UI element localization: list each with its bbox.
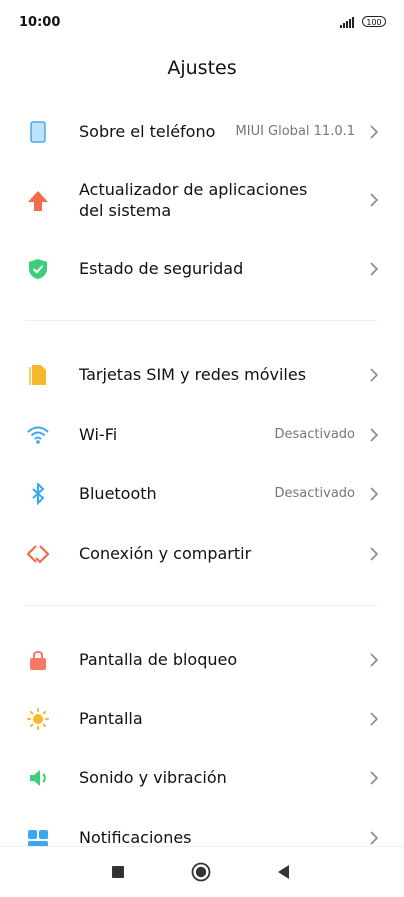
page-title: Ajustes — [167, 57, 237, 79]
section-divider — [25, 605, 377, 606]
settings-item-sim-cards[interactable]: Tarjetas SIM y redes móviles — [0, 346, 404, 402]
settings-item-lock-screen[interactable]: Pantalla de bloqueo — [0, 631, 404, 687]
status-bar: 10:00 100 — [0, 0, 404, 46]
settings-item-connection-sharing[interactable]: Conexión y compartir — [0, 525, 404, 581]
settings-item-value: Desactivado — [274, 427, 355, 442]
chevron-right-icon — [370, 262, 379, 276]
phone-icon — [30, 121, 46, 143]
settings-item-value: MIUI Global 11.0.1 — [235, 124, 355, 139]
settings-item-label: Actualizador de aplicaciones — [79, 180, 308, 199]
chevron-right-icon — [370, 487, 379, 501]
speaker-icon — [30, 770, 46, 786]
settings-item-label: Wi-Fi — [79, 425, 118, 444]
bluetooth-icon — [32, 483, 45, 505]
lock-icon — [30, 651, 46, 670]
recents-square-icon[interactable] — [107, 861, 129, 883]
settings-item-notifications[interactable]: Notificaciones — [0, 809, 404, 847]
settings-item-sound-vibration[interactable]: Sonido y vibración — [0, 749, 404, 805]
settings-item-label-line2: del sistema — [79, 201, 172, 220]
settings-item-label: Notificaciones — [79, 828, 192, 847]
settings-item-label: Sobre el teléfono — [79, 122, 216, 141]
chevron-right-icon — [370, 547, 379, 561]
battery-icon: 100 — [362, 16, 386, 27]
navigation-bar — [0, 846, 404, 897]
settings-item-value: Desactivado — [274, 486, 355, 501]
settings-item-label: Tarjetas SIM y redes móviles — [79, 365, 307, 384]
chevron-right-icon — [370, 125, 379, 139]
chevron-right-icon — [370, 831, 379, 845]
settings-item-security-status[interactable]: Estado de seguridad — [0, 240, 404, 296]
settings-item-bluetooth[interactable]: Bluetooth Desactivado — [0, 465, 404, 521]
settings-item-system-app-updater[interactable]: Actualizador de aplicaciones del sistema — [0, 171, 404, 231]
settings-item-label: Pantalla de bloqueo — [79, 650, 238, 669]
home-circle-icon[interactable] — [190, 861, 212, 883]
chevron-right-icon — [370, 193, 379, 207]
chevron-right-icon — [370, 368, 379, 382]
settings-item-about-phone[interactable]: Sobre el teléfono MIUI Global 11.0.1 — [0, 103, 404, 159]
notifications-icon — [28, 830, 48, 847]
back-triangle-icon[interactable] — [273, 861, 295, 883]
settings-list: Sobre el teléfono MIUI Global 11.0.1 Act… — [0, 100, 404, 847]
shield-check-icon — [29, 259, 47, 279]
connection-share-icon — [26, 545, 50, 564]
settings-item-label: Bluetooth — [79, 484, 157, 503]
settings-item-label: Estado de seguridad — [79, 259, 244, 278]
signal-icon — [340, 16, 356, 28]
chevron-right-icon — [370, 428, 379, 442]
section-divider — [25, 320, 377, 321]
brightness-sun-icon — [27, 708, 49, 730]
settings-item-label: Conexión y compartir — [79, 544, 252, 563]
settings-item-label: Sonido y vibración — [79, 768, 227, 787]
settings-item-wifi[interactable]: Wi-Fi Desactivado — [0, 406, 404, 462]
chevron-right-icon — [370, 653, 379, 667]
settings-item-display[interactable]: Pantalla — [0, 690, 404, 746]
chevron-right-icon — [370, 771, 379, 785]
update-arrow-icon — [28, 191, 48, 211]
chevron-right-icon — [370, 712, 379, 726]
wifi-icon — [27, 426, 49, 444]
settings-item-label: Pantalla — [79, 709, 143, 728]
sim-card-icon — [29, 365, 46, 385]
status-time: 10:00 — [19, 15, 61, 30]
